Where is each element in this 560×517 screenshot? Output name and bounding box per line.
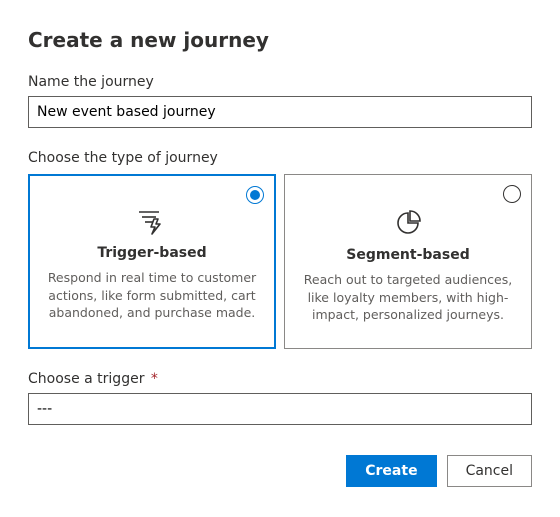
option-segment-based[interactable]: Segment-based Reach out to targeted audi… bbox=[284, 174, 532, 349]
option-trigger-title: Trigger-based bbox=[47, 245, 257, 261]
trigger-label: Choose a trigger * bbox=[28, 371, 532, 387]
type-label: Choose the type of journey bbox=[28, 150, 532, 166]
radio-trigger[interactable] bbox=[246, 186, 264, 204]
option-trigger-based[interactable]: Trigger-based Respond in real time to cu… bbox=[28, 174, 276, 349]
journey-name-input[interactable] bbox=[28, 96, 532, 128]
name-label: Name the journey bbox=[28, 74, 532, 90]
option-trigger-desc: Respond in real time to customer actions… bbox=[47, 269, 257, 322]
required-mark: * bbox=[151, 371, 158, 387]
trigger-icon bbox=[47, 209, 257, 235]
cancel-button[interactable]: Cancel bbox=[447, 455, 532, 487]
journey-type-options: Trigger-based Respond in real time to cu… bbox=[28, 174, 532, 349]
segment-icon bbox=[303, 209, 513, 237]
option-segment-desc: Reach out to targeted audiences, like lo… bbox=[303, 271, 513, 324]
dialog-actions: Create Cancel bbox=[28, 455, 532, 487]
choose-trigger-input[interactable] bbox=[28, 393, 532, 425]
trigger-label-text: Choose a trigger bbox=[28, 371, 144, 387]
create-button[interactable]: Create bbox=[346, 455, 436, 487]
radio-segment[interactable] bbox=[503, 185, 521, 203]
page-title: Create a new journey bbox=[28, 28, 532, 52]
option-segment-title: Segment-based bbox=[303, 247, 513, 263]
